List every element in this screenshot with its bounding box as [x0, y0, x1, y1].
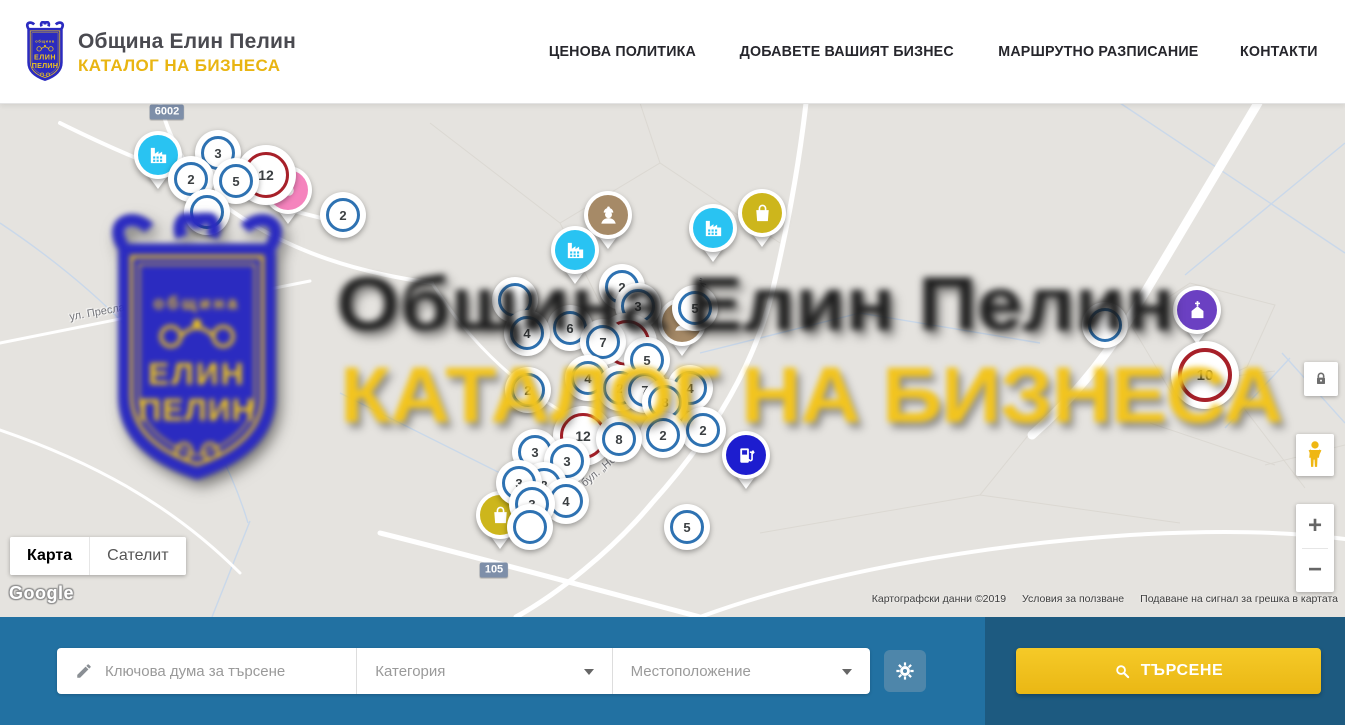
cluster-count: 5 [670, 510, 704, 544]
attribution-item-2[interactable]: Подаване на сигнал за грешка в картата [1140, 593, 1338, 605]
map-pin-church[interactable] [1171, 286, 1223, 350]
map-pin-factory[interactable] [687, 204, 739, 268]
advanced-settings-button[interactable] [884, 650, 926, 692]
map-canvas[interactable]: 6002105 ул. Преславбул. „Новоселщи" 3212… [0, 103, 1345, 617]
map-cluster[interactable]: 5 [664, 504, 710, 550]
site-title: Община Елин Пелин [78, 30, 296, 54]
attribution-item-1[interactable]: Условия за ползване [1022, 593, 1124, 605]
map-cluster[interactable] [184, 189, 230, 235]
pegman-icon [1304, 440, 1326, 470]
location-select-label: Местоположение [631, 663, 751, 680]
nav-item-1[interactable]: ДОБАВЕТЕ ВАШИЯТ БИЗНЕС [740, 43, 954, 60]
location-select[interactable]: Местоположение [613, 648, 870, 694]
search-button-label: ТЪРСЕНЕ [1141, 662, 1224, 680]
factory-icon [147, 144, 170, 167]
map-cluster[interactable]: 8 [596, 416, 642, 462]
search-icon [1114, 663, 1131, 680]
google-logo[interactable]: Google [9, 583, 74, 604]
church-icon [1186, 299, 1209, 322]
bag-icon [751, 202, 774, 225]
map-cluster[interactable]: 2 [505, 367, 551, 413]
map-cluster[interactable]: 2 [640, 412, 686, 458]
cluster-count: 8 [602, 422, 636, 456]
map-pin-bag[interactable] [736, 189, 788, 253]
nav-item-2[interactable]: МАРШРУТНО РАЗПИСАНИЕ [999, 43, 1199, 60]
category-select[interactable]: Категория [357, 648, 612, 694]
cluster-count: 2 [326, 198, 360, 232]
pin-head [689, 204, 737, 252]
map-pin-factory[interactable] [549, 226, 601, 290]
zoom-out-button[interactable]: − [1296, 549, 1334, 593]
nav-item-3[interactable]: КОНТАКТИ [1240, 43, 1318, 60]
cluster-count: 10 [1178, 348, 1232, 402]
nav-item-0[interactable]: ЦЕНОВА ПОЛИТИКА [549, 43, 696, 60]
chevron-down-icon [842, 669, 852, 680]
page: Община Елин Пелин КАТАЛОГ НА БИЗНЕСА ЦЕН… [0, 0, 1345, 725]
zoom-control: + − [1296, 504, 1334, 592]
cluster-count: 5 [219, 164, 253, 198]
cluster-count: 5 [678, 291, 712, 325]
factory-icon [564, 239, 587, 262]
worker-icon [597, 204, 620, 227]
cluster-count: 2 [686, 413, 720, 447]
map-cluster[interactable]: 2 [680, 407, 726, 453]
header: Община Елин Пелин КАТАЛОГ НА БИЗНЕСА ЦЕН… [0, 0, 1345, 104]
map-type-satellite-button[interactable]: Сателит [89, 537, 185, 575]
pin-head [738, 189, 786, 237]
pencil-icon [75, 662, 93, 680]
keyword-search-input[interactable] [103, 662, 356, 681]
pin-head [551, 226, 599, 274]
pin-head [1173, 286, 1221, 334]
factory-icon [702, 217, 725, 240]
cluster-count: 7 [586, 325, 620, 359]
map-attribution: Картографски данни ©2019 Условия за ползв… [872, 593, 1338, 605]
cluster-count: 4 [510, 316, 544, 350]
main-nav: ЦЕНОВА ПОЛИТИКА ДОБАВЕТЕ ВАШИЯТ БИЗНЕС МАР… [545, 0, 1320, 103]
zoom-in-button[interactable]: + [1296, 504, 1334, 548]
chevron-down-icon [584, 669, 594, 680]
search-button[interactable]: ТЪРСЕНЕ [1016, 648, 1321, 694]
cluster-count [513, 510, 547, 544]
cluster-count [1088, 308, 1122, 342]
lock-icon [1313, 371, 1329, 387]
search-input-group: Категория Местоположение [57, 648, 870, 694]
pegman-streetview-button[interactable] [1296, 434, 1334, 476]
cluster-count: 2 [511, 373, 545, 407]
site-subtitle: КАТАЛОГ НА БИЗНЕСА [78, 56, 296, 76]
map-cluster[interactable]: 10 [1171, 341, 1239, 409]
map-cluster[interactable] [1082, 302, 1128, 348]
cluster-count: 2 [646, 418, 680, 452]
map-cluster[interactable]: 5 [672, 285, 718, 331]
category-select-label: Категория [375, 663, 445, 680]
map-cluster[interactable] [507, 504, 553, 550]
site-logo[interactable]: Община Елин Пелин КАТАЛОГ НА БИЗНЕСА [20, 21, 296, 85]
lock-button[interactable] [1304, 362, 1338, 396]
map-pin-fuel[interactable] [720, 431, 772, 495]
map-type-control: Карта Сателит [10, 537, 186, 575]
markers-layer: 321252235647542427822128338343510 [0, 103, 1345, 617]
pin-head [722, 431, 770, 479]
attribution-item-0: Картографски данни ©2019 [872, 593, 1006, 605]
cluster-count [190, 195, 224, 229]
map-type-map-button[interactable]: Карта [10, 537, 89, 575]
gear-icon [894, 660, 916, 682]
fuel-icon [735, 444, 758, 467]
search-bar: Категория Местоположение ТЪРСЕНЕ [0, 617, 1345, 725]
map-cluster[interactable]: 4 [504, 310, 550, 356]
map-cluster[interactable]: 2 [320, 192, 366, 238]
keyword-section [57, 648, 357, 694]
municipality-crest-logo [20, 21, 70, 85]
